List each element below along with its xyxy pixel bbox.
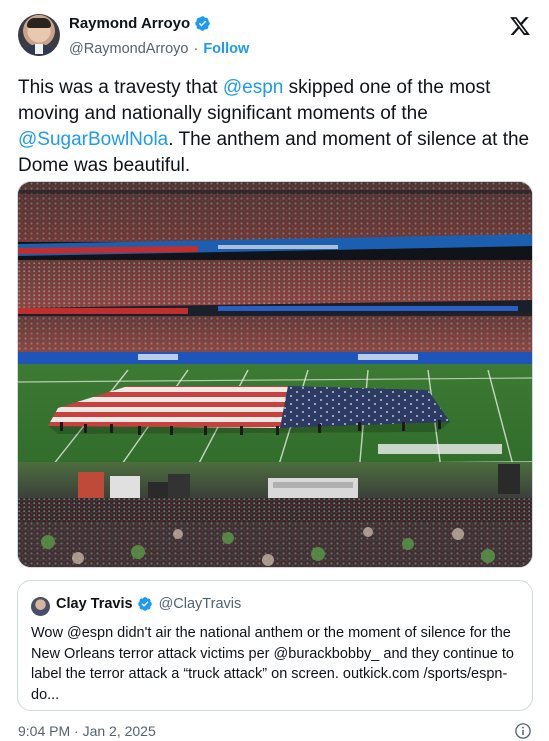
verified-badge-icon: [195, 16, 210, 31]
follow-button[interactable]: Follow: [203, 41, 249, 57]
quoted-tweet[interactable]: Clay Travis @ClayTravis Wow @espn didn't…: [17, 580, 533, 711]
handle-separator: ·: [193, 41, 199, 57]
x-logo-icon[interactable]: [509, 15, 531, 37]
verified-badge-icon: [137, 597, 152, 611]
quoted-author-row: Clay Travis @ClayTravis: [56, 596, 241, 612]
author-name-row: Raymond Arroyo: [69, 15, 211, 32]
avatar-hair: [27, 18, 51, 28]
author-handle-row: @RaymondArroyo · Follow: [69, 41, 249, 57]
author-display-name[interactable]: Raymond Arroyo: [69, 15, 190, 32]
mention-sugarbowlnola-link[interactable]: @SugarBowlNola: [18, 129, 168, 150]
quoted-author-handle: @ClayTravis: [158, 596, 242, 612]
tweet-text-part: This was a travesty that: [18, 77, 223, 98]
quoted-tweet-text: Wow @espn didn't air the national anthem…: [31, 625, 514, 703]
author-handle[interactable]: @RaymondArroyo: [69, 41, 188, 57]
tweet-text: This was a travesty that @espn skipped o…: [18, 75, 533, 179]
quoted-author-name: Clay Travis: [56, 596, 133, 612]
tweet-timestamp[interactable]: 9:04 PM · Jan 2, 2025: [18, 723, 156, 739]
author-avatar[interactable]: [18, 14, 60, 56]
stadium-photo-illustration: [18, 182, 532, 567]
avatar-collar: [35, 44, 43, 54]
info-icon[interactable]: [514, 722, 532, 740]
tweet-card: Raymond Arroyo @RaymondArroyo · Follow T…: [0, 0, 549, 741]
tweet-photo[interactable]: [17, 181, 533, 568]
quoted-author-avatar: [31, 597, 50, 616]
mention-espn-link[interactable]: @espn: [223, 77, 284, 98]
